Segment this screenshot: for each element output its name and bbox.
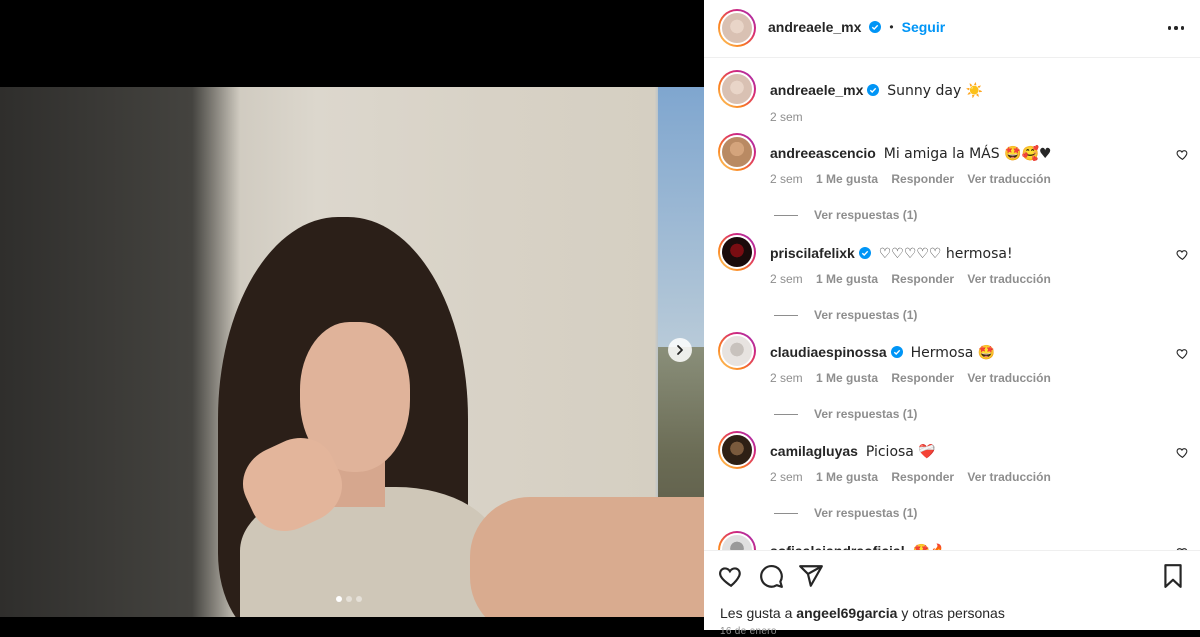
liker-username[interactable]: angeel69garcia [796,605,897,621]
comments-list[interactable]: andreaele_mx Sunny day ☀️ 2 sem andreeas… [704,58,1200,550]
comment-time: 2 sem [770,371,803,385]
verified-badge-icon [869,21,882,33]
next-photo-button[interactable] [668,338,692,362]
comment-text: Mi amiga la MÁS 🤩🥰♥ [883,146,1052,162]
reply-button[interactable]: Responder [891,470,954,484]
share-icon[interactable] [798,563,824,589]
comment-text: Hermosa 🤩 [910,345,996,361]
comment-username[interactable]: sofiaalejandraoficial [770,543,905,550]
caption-text: Sunny day ☀️ [887,83,984,99]
avatar[interactable] [718,133,756,171]
carousel-indicator [336,596,362,602]
reply-button[interactable]: Responder [891,172,954,186]
reply-button[interactable]: Responder [891,272,954,286]
follow-button[interactable]: Seguir [902,19,946,35]
heart-icon[interactable] [1176,248,1189,261]
translate-button[interactable]: Ver traducción [967,470,1050,484]
avatar[interactable] [718,70,756,108]
view-replies-button[interactable]: Ver respuestas (1) [774,308,917,322]
avatar[interactable] [718,431,756,469]
comment-text: Piciosa ❤️‍🩹 [865,444,936,460]
more-options-icon[interactable] [1164,18,1188,38]
heart-icon[interactable] [718,563,744,589]
post-date: 16 de enero [720,626,777,637]
translate-button[interactable]: Ver traducción [967,371,1050,385]
comment-username[interactable]: claudiaespinossa [770,344,887,360]
comment-likes-count[interactable]: 1 Me gusta [816,371,878,385]
instagram-post-viewer: andreaele_mx • Seguir andreaele_mx Sunny… [0,0,1200,637]
reply-button[interactable]: Responder [891,371,954,385]
heart-icon[interactable] [1176,446,1189,459]
view-replies-button[interactable]: Ver respuestas (1) [774,208,917,222]
comment-likes-count[interactable]: 1 Me gusta [816,272,878,286]
author-avatar[interactable] [718,9,756,47]
comment-time: 2 sem [770,272,803,286]
comment-likes-count[interactable]: 1 Me gusta [816,172,878,186]
avatar[interactable] [718,531,756,550]
heart-icon[interactable] [1176,347,1189,360]
chevron-right-icon [677,345,683,355]
heart-icon[interactable] [1176,148,1189,161]
caption-time: 2 sem [770,110,803,124]
comment-username[interactable]: camilagluyas [770,443,858,459]
comment-username[interactable]: priscilafelixk [770,245,855,261]
view-replies-button[interactable]: Ver respuestas (1) [774,407,917,421]
carousel-dot [336,596,342,602]
comment-username[interactable]: andreeascencio [770,145,876,161]
verified-badge-icon [867,84,880,96]
likes-summary[interactable]: Les gusta a angeel69garcia y otras perso… [720,605,1005,621]
verified-badge-icon [890,346,903,358]
post-media [0,0,704,630]
caption-username[interactable]: andreaele_mx [770,82,863,98]
carousel-dot [346,596,352,602]
bookmark-icon[interactable] [1160,563,1186,589]
post-photo[interactable] [0,87,704,617]
comment-text: ♡♡♡♡♡ hermosa! [878,246,1013,262]
carousel-dot [356,596,362,602]
comment-time: 2 sem [770,172,803,186]
comment-likes-count[interactable]: 1 Me gusta [816,470,878,484]
post-header: andreaele_mx • Seguir [704,0,1200,58]
translate-button[interactable]: Ver traducción [967,172,1050,186]
separator-bullet: • [889,20,894,34]
translate-button[interactable]: Ver traducción [967,272,1050,286]
post-actions-bar: Les gusta a angeel69garcia y otras perso… [704,550,1200,637]
avatar[interactable] [718,332,756,370]
post-side-panel: andreaele_mx • Seguir andreaele_mx Sunny… [704,0,1200,637]
avatar[interactable] [718,233,756,271]
view-replies-button[interactable]: Ver respuestas (1) [774,506,917,520]
comment-time: 2 sem [770,470,803,484]
author-username[interactable]: andreaele_mx [768,19,861,35]
verified-badge-icon [858,247,871,259]
comment-icon[interactable] [758,563,784,589]
